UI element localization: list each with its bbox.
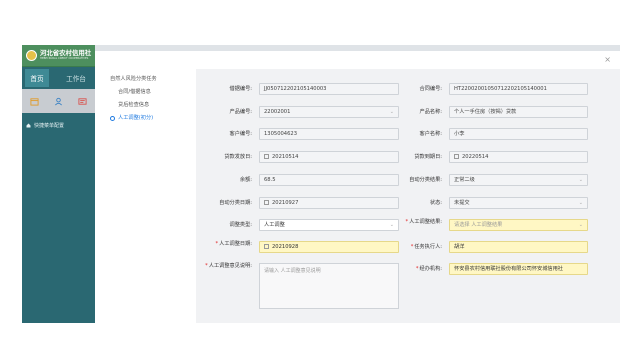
- manual-result-select[interactable]: 请选择 人工调整结果 ⌄: [449, 219, 588, 231]
- label-status: 状态:: [429, 200, 442, 206]
- logo-subtitle: HEBEI RURAL CREDIT COOPERATIVES: [40, 56, 89, 60]
- card-icon[interactable]: [78, 97, 87, 106]
- auto-date-value: 20210927: [272, 200, 299, 206]
- auto-result-value: 正常二级: [454, 177, 475, 183]
- close-icon[interactable]: ×: [604, 56, 611, 64]
- label-auto-result: 自动分类结果:: [409, 177, 442, 183]
- auto-date-picker[interactable]: 20210927: [259, 197, 399, 209]
- user-icon[interactable]: [54, 97, 63, 106]
- label-customer-no: 客户编号:: [229, 131, 253, 137]
- customer-name-input: 小李: [449, 128, 588, 140]
- chevron-down-icon: ⌄: [578, 177, 583, 183]
- required-mark: *: [205, 263, 208, 269]
- calendar-icon[interactable]: [30, 97, 39, 106]
- label-product-no: 产品编号:: [229, 109, 253, 115]
- label-product-name: 产品名称:: [419, 109, 443, 115]
- adjust-type-value: 人工调整: [264, 222, 285, 228]
- label-customer-name: 客户名称:: [419, 131, 443, 137]
- contract-no-input: HT22002001050712202105140001: [449, 83, 588, 95]
- label-contract-no: 合同编号:: [419, 86, 443, 92]
- loan-no-input: JJ050712202105140003: [259, 83, 399, 95]
- tab-home[interactable]: 首页: [25, 69, 49, 87]
- chevron-down-icon: ⌄: [578, 200, 583, 206]
- label-executor: *任务执行人:: [410, 244, 442, 250]
- label-balance: 余额:: [239, 177, 252, 183]
- home-icon: [26, 123, 31, 128]
- logo-emblem-icon: [26, 50, 37, 61]
- calendar-icon: [264, 243, 269, 249]
- quick-menu-config[interactable]: 快捷菜单配置: [22, 113, 95, 129]
- label-manual-date: *人工调整日期:: [215, 241, 252, 247]
- product-name-input: 个人一手住房（按揭）贷款: [449, 106, 588, 118]
- calendar-icon: [264, 199, 269, 205]
- required-mark: *: [415, 266, 419, 272]
- manual-date-picker[interactable]: 20210928: [259, 241, 399, 253]
- issue-date-picker[interactable]: 20210514: [259, 151, 399, 163]
- logo: 河北省农村信用社 HEBEI RURAL CREDIT COOPERATIVES: [22, 45, 95, 67]
- issue-date-value: 20210514: [272, 154, 299, 160]
- status-value: 未提交: [454, 200, 470, 206]
- quick-menu-label: 快捷菜单配置: [34, 123, 65, 129]
- product-no-value: 22002001: [264, 109, 291, 115]
- customer-no-input: 1305004623: [259, 128, 399, 140]
- institution-input[interactable]: 怀安县农村信用联社股份有限公司怀安城信用社: [449, 263, 588, 275]
- chevron-down-icon: ⌄: [578, 222, 583, 228]
- label-issue-date: 贷款发放日:: [224, 154, 252, 160]
- status-select[interactable]: 未提交 ⌄: [449, 197, 588, 209]
- label-loan-no: 借据编号:: [229, 86, 253, 92]
- label-opinion: *人工调整意见说明:: [205, 263, 252, 269]
- opinion-textarea[interactable]: 请输入 人工调整意见说明: [259, 263, 399, 309]
- label-due-date: 贷款到期日:: [414, 154, 442, 160]
- manual-date-value: 20210928: [272, 244, 299, 250]
- step-contract-info[interactable]: 合同/借据信息: [110, 86, 182, 99]
- executor-input[interactable]: 胡洋: [449, 241, 588, 253]
- due-date-picker[interactable]: 20220514: [449, 151, 588, 163]
- label-institution: *经办机构:: [415, 266, 442, 272]
- due-date-value: 20220514: [462, 154, 489, 160]
- required-mark: *: [410, 244, 414, 250]
- top-tabs: 首页 工作台: [22, 69, 95, 87]
- balance-input: 68.5: [259, 174, 399, 186]
- label-auto-date: 自动分类日期:: [219, 200, 252, 206]
- auto-result-select[interactable]: 正常二级 ⌄: [449, 174, 588, 186]
- step-list: 自然人风险分类任务 合同/借据信息 贷后检查信息 人工调整(初分): [110, 73, 182, 125]
- calendar-icon: [264, 153, 269, 159]
- label-adjust-type: 调整类型:: [229, 222, 253, 228]
- label-manual-result: *人工调整结果:: [405, 219, 442, 225]
- adjust-type-select[interactable]: 人工调整 ⌄: [259, 219, 399, 231]
- step-post-loan-check[interactable]: 贷后检查信息: [110, 99, 182, 112]
- required-mark: *: [405, 219, 409, 225]
- calendar-icon: [454, 153, 459, 159]
- manual-result-placeholder: 请选择 人工调整结果: [454, 222, 503, 228]
- sidebar: 河北省农村信用社 HEBEI RURAL CREDIT COOPERATIVES…: [22, 45, 95, 323]
- required-mark: *: [215, 241, 219, 247]
- step-risk-task[interactable]: 自然人风险分类任务: [110, 73, 182, 86]
- step-manual-adjust[interactable]: 人工调整(初分): [110, 112, 182, 125]
- product-no-select[interactable]: 22002001 ⌄: [259, 106, 399, 118]
- tab-workbench[interactable]: 工作台: [58, 69, 94, 87]
- shortcut-icons: [22, 89, 95, 113]
